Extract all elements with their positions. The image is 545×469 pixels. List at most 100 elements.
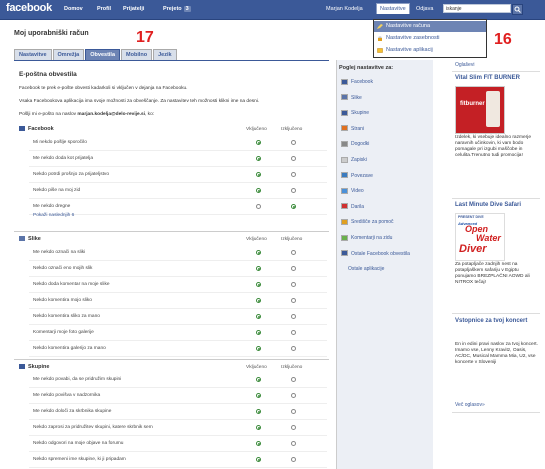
sidebar-item-label: Video	[351, 188, 364, 195]
radio-off[interactable]	[291, 393, 296, 398]
dropdown-item-label: Nastavitve zasebnosti	[386, 35, 440, 41]
radio-off[interactable]	[291, 156, 296, 161]
radio-on[interactable]	[256, 314, 261, 319]
nav-inbox[interactable]: Prejeto 3	[163, 6, 191, 12]
radio-off[interactable]	[291, 425, 296, 430]
ad-title[interactable]: Vital Slim FIT BURNER	[455, 75, 541, 81]
tab-notifications[interactable]: Obvestila	[85, 49, 121, 60]
radio-off[interactable]	[291, 457, 296, 462]
dropdown-account-settings[interactable]: Nastavitve računa	[374, 21, 486, 32]
table-row: Nekdo komentira sliko za mano	[29, 310, 327, 325]
radio-on[interactable]	[256, 457, 261, 462]
nav-home[interactable]: Domov	[64, 6, 83, 12]
radio-off[interactable]	[291, 409, 296, 414]
sidebar-item[interactable]: Središče za pomoč	[341, 216, 394, 228]
radio-off[interactable]	[291, 330, 296, 335]
annotation-number: 16	[494, 31, 512, 48]
radio-on[interactable]	[256, 204, 261, 209]
sidebar-item[interactable]: Darila	[341, 201, 364, 213]
radio-on[interactable]	[256, 140, 261, 145]
search-icon	[514, 6, 521, 13]
tab-mobile[interactable]: Mobilno	[121, 49, 153, 60]
row-label: Nekdo potrdi prošnjo za prijateljstvo	[33, 172, 109, 177]
sidebar-item[interactable]: Strani	[341, 123, 364, 135]
user-name-link[interactable]: Marjan Kodelja	[326, 6, 363, 12]
search-input[interactable]: iskanje	[443, 4, 511, 13]
ad-text: Izdelek, ki vsebuje idealno razmerje nar…	[455, 135, 531, 158]
radio-off[interactable]	[291, 204, 296, 209]
row-label: Me nekdo doda kot prijatelja	[33, 156, 93, 161]
nav-friends[interactable]: Prijatelji	[123, 6, 144, 12]
radio-on[interactable]	[256, 425, 261, 430]
radio-off[interactable]	[291, 282, 296, 287]
ads-link[interactable]: Oglaševi	[455, 62, 474, 68]
show-more-link[interactable]: Pokaži naslednjih 6	[33, 213, 74, 218]
radio-on[interactable]	[256, 298, 261, 303]
ad-title[interactable]: Last Minute Dive Safari	[455, 202, 541, 208]
radio-on[interactable]	[256, 393, 261, 398]
row-label: Me nekdo povabi, da se pridružim skupini	[33, 377, 122, 382]
sidebar-item[interactable]: Skupine	[341, 107, 369, 119]
radio-on[interactable]	[256, 266, 261, 271]
sidebar-item[interactable]: Povezave	[341, 170, 373, 182]
photo-icon	[19, 236, 25, 242]
radio-off[interactable]	[291, 188, 296, 193]
radio-on[interactable]	[256, 330, 261, 335]
sidebar-item[interactable]: Slike	[341, 92, 362, 104]
tab-language[interactable]: Jezik	[153, 49, 177, 60]
sidebar-item-icon	[341, 187, 348, 194]
table-row: Me nekdo povabi, da se pridružim skupini	[29, 373, 327, 388]
dropdown-privacy-settings[interactable]: Nastavitve zasebnosti	[374, 33, 486, 44]
radio-on[interactable]	[256, 282, 261, 287]
ad-image[interactable]: fitburner	[455, 86, 505, 134]
ad-image-text: PRESENT DIVE	[458, 215, 484, 219]
radio-on[interactable]	[256, 409, 261, 414]
settings-menu[interactable]: Nastavitve	[376, 3, 410, 14]
ad-image[interactable]: PRESENT DIVE Advanced Open Water Diver	[455, 213, 505, 261]
more-ads-link[interactable]: Več oglasov»	[455, 402, 485, 408]
nav-profile[interactable]: Profil	[97, 6, 111, 12]
logout-link[interactable]: Odjava	[416, 6, 433, 12]
sidebar-item-label: Strani	[351, 125, 365, 132]
radio-off[interactable]	[291, 377, 296, 382]
radio-off[interactable]	[291, 250, 296, 255]
ads-divider	[452, 198, 540, 199]
lock-icon	[378, 36, 382, 41]
radio-off[interactable]	[291, 314, 296, 319]
radio-off[interactable]	[291, 441, 296, 446]
sidebar-item[interactable]: Video	[341, 185, 364, 197]
sidebar-item-label: Ostale Facebook obvestila	[351, 250, 410, 257]
radio-on[interactable]	[256, 156, 261, 161]
description-text: Facebook te prek e-pošte obvesti kadarko…	[19, 86, 188, 91]
table-row: Me nekdo označi na sliki	[29, 246, 327, 261]
tab-networks[interactable]: Omrežja	[52, 49, 85, 60]
ad-title[interactable]: Vstopnice za tvoj koncert	[455, 318, 541, 324]
radio-on[interactable]	[256, 377, 261, 382]
radio-on[interactable]	[256, 250, 261, 255]
facebook-logo[interactable]: facebook	[6, 2, 52, 14]
sidebar-item[interactable]: Ostale Facebook obvestila	[341, 248, 410, 260]
sidebar-item-icon	[341, 156, 348, 163]
sidebar-item[interactable]: Komentarji na zidu	[341, 232, 392, 244]
sidebar-item[interactable]: Zapiski	[341, 154, 367, 166]
radio-off[interactable]	[291, 346, 296, 351]
sidebar-item[interactable]: Facebook	[341, 76, 373, 88]
column-header-on: Vključeno	[246, 365, 267, 370]
radio-on[interactable]	[256, 441, 261, 446]
radio-off[interactable]	[291, 172, 296, 177]
radio-off[interactable]	[291, 298, 296, 303]
radio-on[interactable]	[256, 188, 261, 193]
table-row: Nekdo potrdi prošnjo za prijateljstvo	[29, 168, 327, 183]
table-row: Me nekdo doda kot prijatelja	[29, 152, 327, 167]
sidebar-item[interactable]: Dogodki	[341, 138, 369, 150]
radio-on[interactable]	[256, 172, 261, 177]
radio-off[interactable]	[291, 140, 296, 145]
tab-settings[interactable]: Nastavitve	[14, 49, 52, 60]
section-title: E-poštna obvestila	[19, 71, 77, 78]
dropdown-app-settings[interactable]: Nastavitve aplikacij	[374, 45, 486, 56]
sidebar-item-icon	[341, 141, 348, 148]
search-button[interactable]	[512, 4, 523, 15]
sidebar-item[interactable]: Ostale aplikacije	[348, 263, 384, 275]
radio-off[interactable]	[291, 266, 296, 271]
radio-on[interactable]	[256, 346, 261, 351]
